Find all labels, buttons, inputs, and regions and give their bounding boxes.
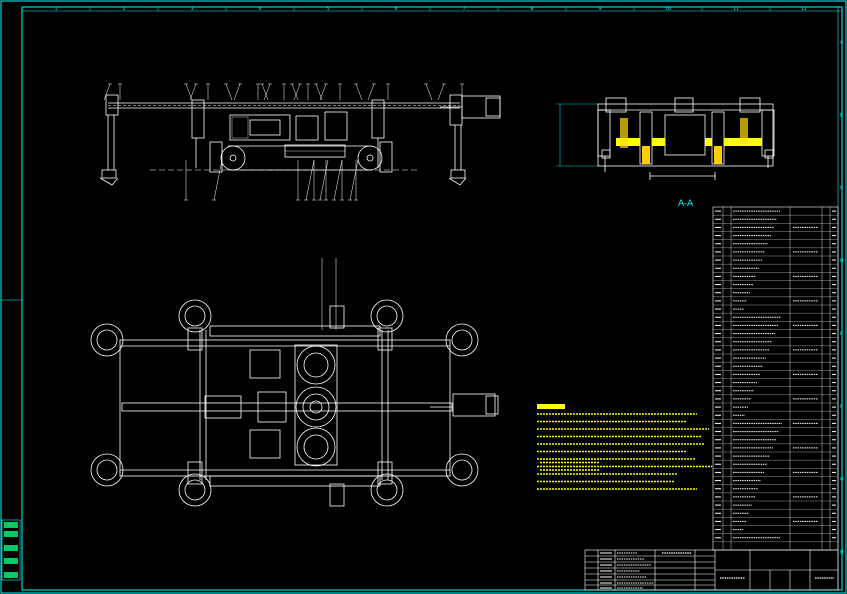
row-marker-C: C [840, 185, 843, 191]
inner-frame [21, 6, 843, 591]
column-marker-6: 6 [395, 6, 398, 12]
front-elevation-view [99, 94, 501, 186]
row-marker-E: E [840, 331, 843, 337]
section-label-a-a: A-A [678, 199, 694, 209]
outer-frame [0, 0, 847, 594]
row-marker-D: D [840, 258, 844, 264]
row-marker-F: F [840, 404, 843, 410]
column-marker-11: 11 [733, 6, 739, 12]
balloon-leader [333, 159, 343, 201]
balloon-leader [189, 83, 197, 101]
tech-notes-heading [537, 404, 565, 409]
balloon-leader [225, 83, 233, 101]
left-signature-strip [1, 519, 21, 581]
row-marker-G: G [840, 477, 844, 483]
column-marker-1: 1 [55, 6, 58, 12]
column-marker-2: 2 [123, 6, 126, 12]
balloon-leader [319, 159, 329, 201]
row-marker-A: A [840, 39, 844, 45]
strip-label-3 [4, 545, 18, 551]
balloon-leader [103, 83, 111, 101]
bill-of-materials-table [712, 206, 839, 551]
column-marker-7: 7 [463, 6, 466, 12]
column-marker-5: 5 [327, 6, 330, 12]
plan-view [90, 258, 499, 507]
title-block [584, 549, 839, 591]
balloon-leader [367, 83, 375, 101]
row-marker-H: H [840, 550, 843, 556]
front-view-balloon-leaders [103, 83, 464, 201]
row-marker-B: B [840, 112, 843, 118]
column-marker-12: 12 [801, 6, 807, 12]
balloon-leader [349, 159, 359, 201]
balloon-leader [305, 159, 315, 201]
balloon-leader [425, 83, 433, 101]
section-hatch-fill [616, 118, 762, 164]
column-marker-8: 8 [531, 6, 534, 12]
balloon-leader [355, 83, 363, 101]
balloon-leader [437, 83, 445, 101]
strip-label-2 [4, 531, 18, 537]
strip-label-4 [4, 558, 18, 564]
column-marker-9: 9 [599, 6, 602, 12]
column-marker-10: 10 [665, 6, 671, 12]
technical-requirements-notes [537, 404, 712, 490]
column-marker-4: 4 [259, 6, 262, 12]
strip-label-1 [4, 522, 18, 528]
balloon-leader [319, 83, 327, 101]
balloon-leader [213, 159, 223, 201]
title-block-text-marks [600, 552, 834, 589]
balloon-leader [233, 83, 241, 101]
strip-label-5 [4, 572, 18, 578]
column-marker-3: 3 [191, 6, 194, 12]
cad-drawing-sheet: 1 2 3 4 5 6 7 8 9 10 11 12 ABCDEFGH A-A [0, 0, 847, 594]
